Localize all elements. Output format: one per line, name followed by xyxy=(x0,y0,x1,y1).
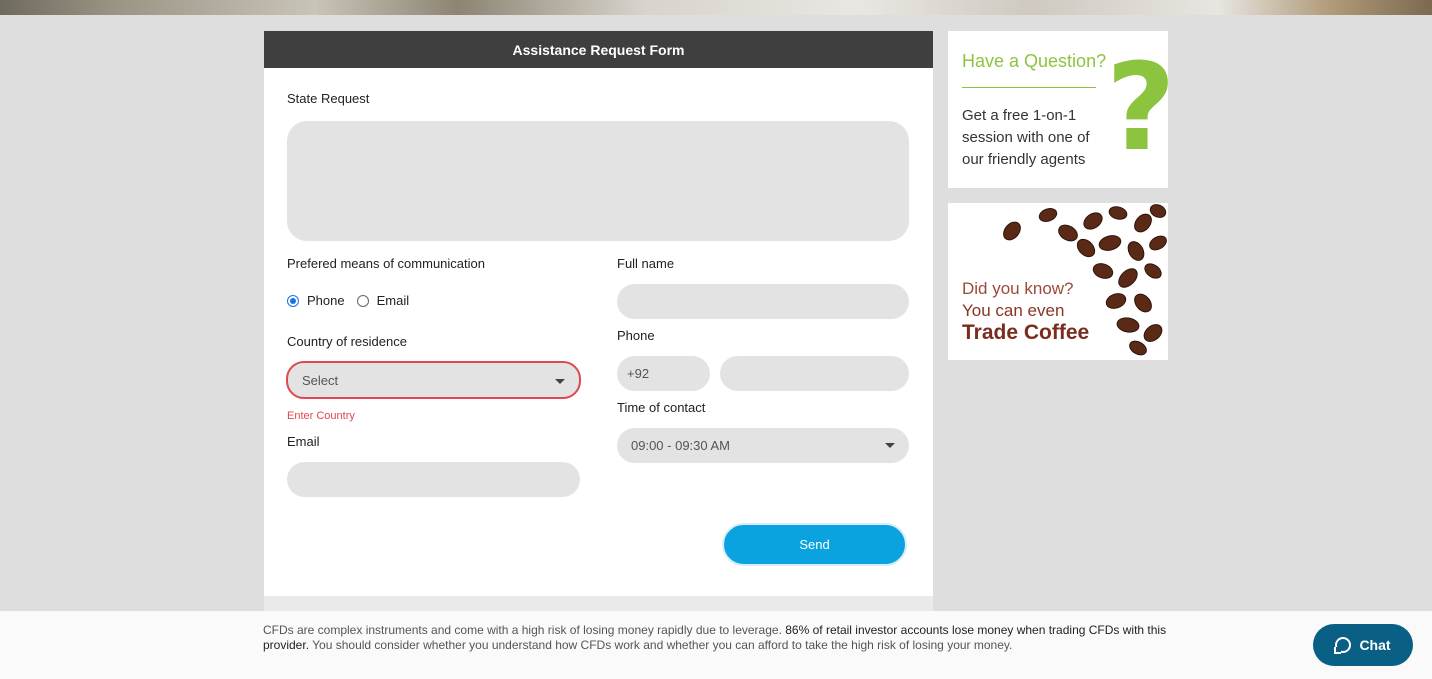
chevron-down-icon xyxy=(555,379,565,384)
country-select-value: Select xyxy=(302,372,339,388)
time-of-contact-value: 09:00 - 09:30 AM xyxy=(631,438,731,453)
phone-radio-label[interactable]: Phone xyxy=(307,293,345,308)
country-select[interactable]: Select xyxy=(286,361,581,399)
country-label: Country of residence xyxy=(287,334,407,349)
risk-warning-text: CFDs are complex instruments and come wi… xyxy=(263,623,1173,653)
time-of-contact-select[interactable]: 09:00 - 09:30 AM xyxy=(617,428,909,463)
communication-radio-group: Phone Email xyxy=(287,293,421,308)
country-error: Enter Country xyxy=(287,410,355,422)
phone-radio[interactable] xyxy=(287,294,299,307)
question-ad-divider xyxy=(962,87,1096,88)
chevron-down-icon xyxy=(885,443,895,448)
question-ad-body: Get a free 1-on-1 session with one of ou… xyxy=(962,107,1090,168)
coffee-ad-line2: You can even xyxy=(962,301,1065,320)
fullname-label: Full name xyxy=(617,256,675,271)
question-ad-title: Have a Question? xyxy=(962,51,1107,71)
email-radio[interactable] xyxy=(356,294,369,307)
communication-label: Prefered means of communication xyxy=(287,256,485,271)
fullname-field[interactable] xyxy=(617,284,909,319)
email-field[interactable] xyxy=(287,462,580,497)
send-button[interactable]: Send xyxy=(722,523,907,566)
question-mark-icon: ? xyxy=(1106,49,1168,169)
state-request-label: State Request xyxy=(287,91,370,106)
header-background-image xyxy=(0,0,1432,15)
risk-text-part2: You should consider whether you understa… xyxy=(309,638,1013,652)
risk-text-part1: CFDs are complex instruments and come wi… xyxy=(263,623,786,637)
phone-number-field[interactable] xyxy=(720,356,909,391)
chat-bubble-icon xyxy=(1334,637,1352,654)
phone-prefix-field[interactable]: +92 xyxy=(617,356,710,391)
state-request-textarea[interactable] xyxy=(287,121,909,241)
time-of-contact-label: Time of contact xyxy=(617,400,706,415)
assistance-request-form: Assistance Request Form State Request Pr… xyxy=(264,31,933,596)
question-ad-banner[interactable]: Have a Question? Get a free 1-on-1 sessi… xyxy=(948,31,1168,188)
coffee-ad-banner[interactable]: Did you know? You can even Trade Coffee xyxy=(948,203,1168,360)
form-bottom-shadow xyxy=(264,596,933,611)
phone-label: Phone xyxy=(617,328,655,343)
email-label: Email xyxy=(287,434,320,449)
email-radio-label[interactable]: Email xyxy=(377,293,410,308)
phone-prefix-value: +92 xyxy=(627,366,650,381)
chat-button[interactable]: Chat xyxy=(1313,624,1413,666)
form-title: Assistance Request Form xyxy=(264,31,933,68)
coffee-ad-line3: Trade Coffee xyxy=(962,321,1090,344)
coffee-ad-line1: Did you know? xyxy=(962,279,1074,298)
chat-button-label: Chat xyxy=(1359,637,1391,653)
